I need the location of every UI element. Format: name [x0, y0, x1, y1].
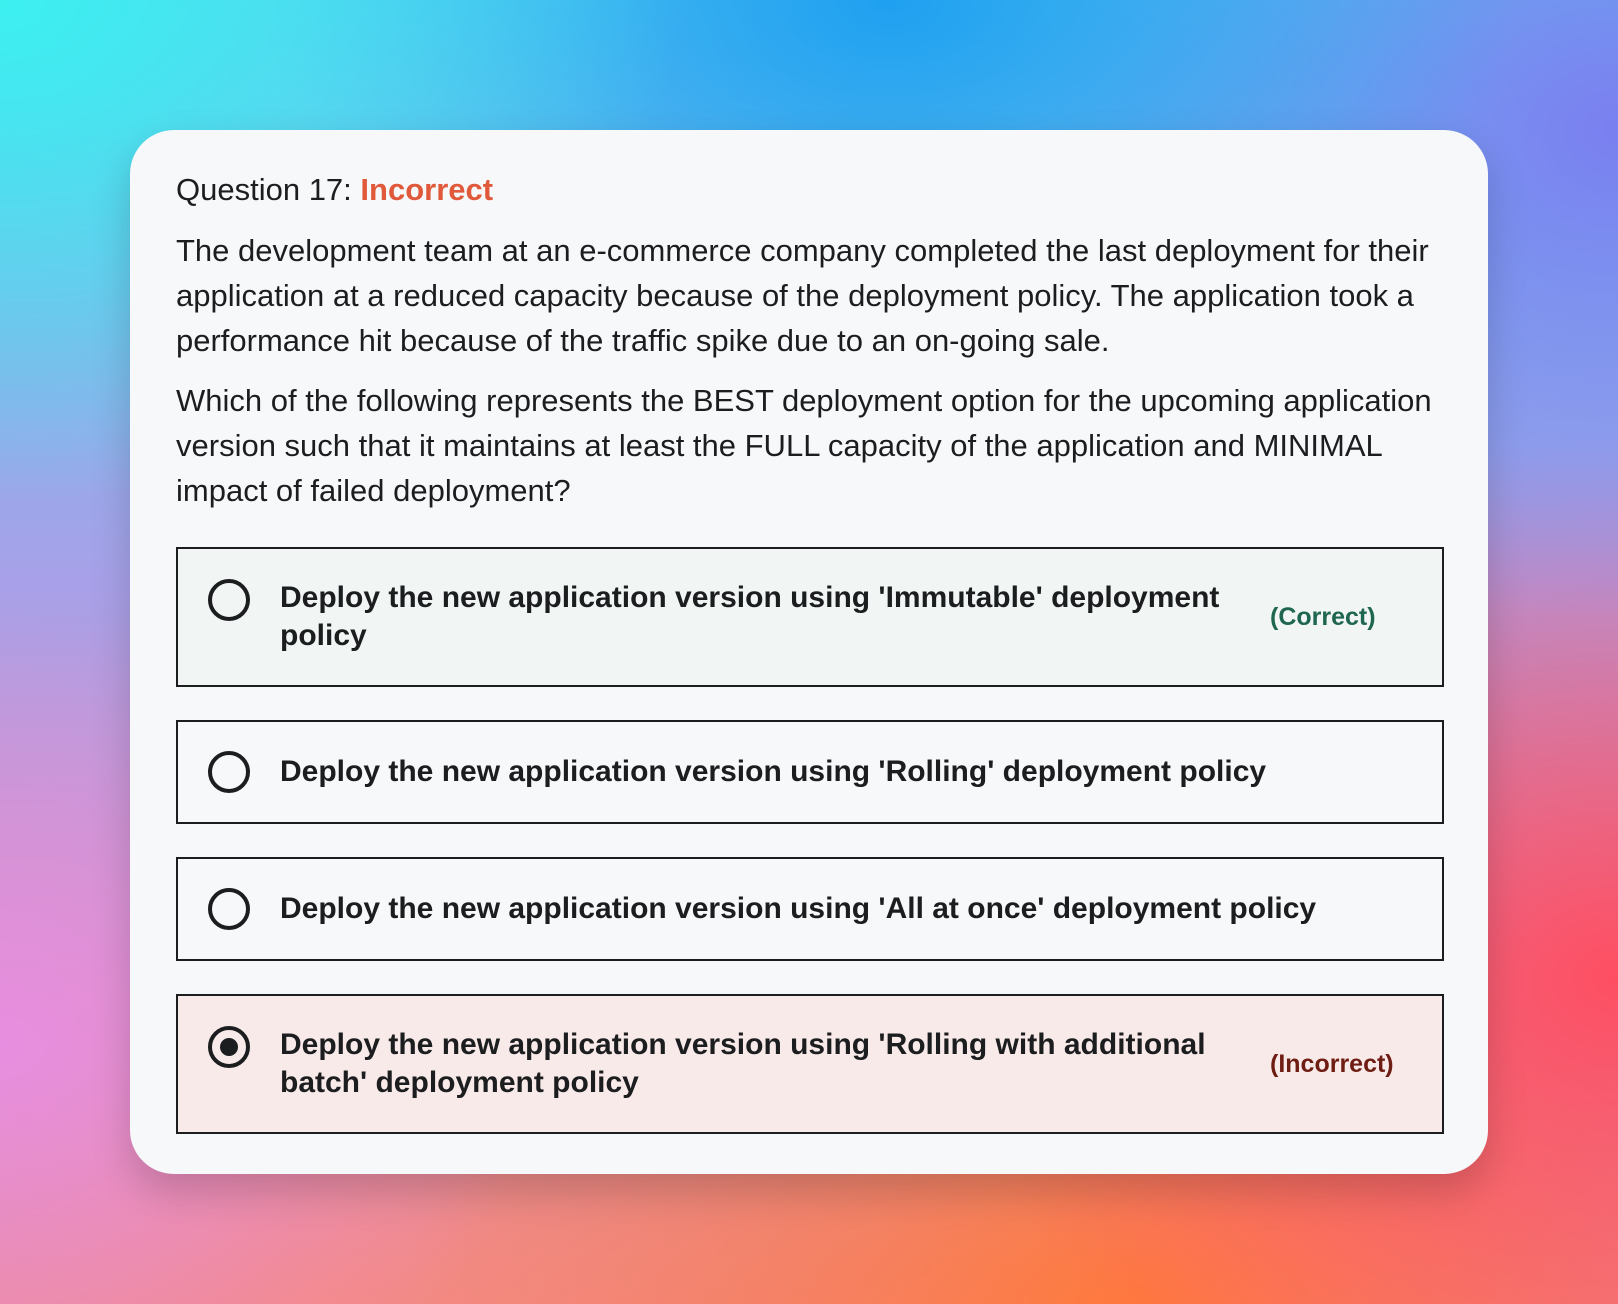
answer-option-label: Deploy the new application version using… [280, 892, 1317, 925]
question-card: Question 17: Incorrect The development t… [130, 130, 1488, 1174]
answer-option-label: Deploy the new application version using… [280, 581, 1220, 652]
answer-option-immutable[interactable]: Deploy the new application version using… [176, 547, 1444, 687]
radio-selected-dot [220, 1038, 238, 1056]
question-result-status: Incorrect [360, 172, 494, 207]
correct-feedback-label: (Correct) [1270, 602, 1376, 631]
question-prompt: The development team at an e-commerce co… [176, 228, 1442, 513]
radio-button-unselected[interactable] [208, 579, 250, 621]
incorrect-feedback-label: (Incorrect) [1270, 1049, 1394, 1078]
question-number: Question 17: [176, 172, 352, 207]
question-paragraph: The development team at an e-commerce co… [176, 233, 1429, 358]
answer-option-rolling-additional-batch[interactable]: Deploy the new application version using… [176, 994, 1444, 1134]
radio-button-unselected[interactable] [208, 751, 250, 793]
answer-option-label: Deploy the new application version using… [280, 1028, 1206, 1099]
radio-button-selected[interactable] [208, 1026, 250, 1068]
answer-option-rolling[interactable]: Deploy the new application version using… [176, 720, 1444, 824]
answer-option-label: Deploy the new application version using… [280, 755, 1267, 788]
question-paragraph: Which of the following represents the BE… [176, 383, 1432, 508]
radio-button-unselected[interactable] [208, 888, 250, 930]
answer-options: Deploy the new application version using… [176, 547, 1444, 1134]
answer-option-all-at-once[interactable]: Deploy the new application version using… [176, 857, 1444, 961]
question-header: Question 17: Incorrect [176, 170, 1442, 210]
